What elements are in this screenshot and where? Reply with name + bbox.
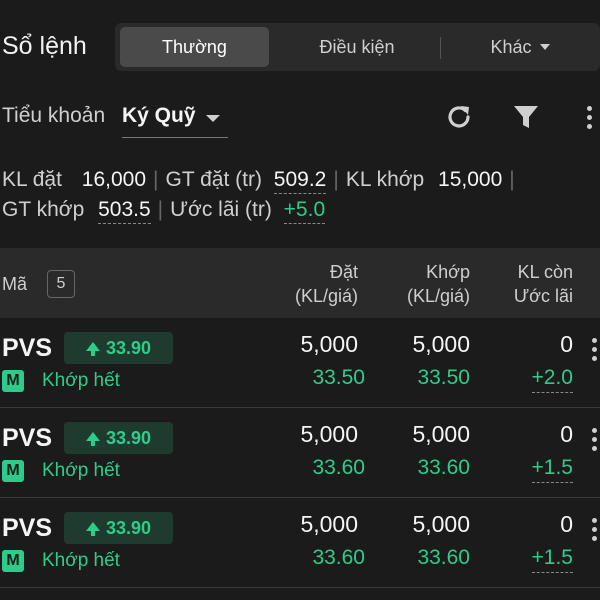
more-vertical-icon[interactable] bbox=[578, 100, 600, 134]
tab-khac[interactable]: Khác bbox=[445, 27, 595, 67]
gt-dat-label: GT đặt (tr) bbox=[165, 168, 262, 191]
market-price: 33.90 bbox=[105, 427, 152, 448]
order-status: Khớp hết bbox=[42, 370, 120, 391]
col-dat: Đặt (KL/giá) bbox=[295, 260, 358, 308]
khop-qty: 5,000 bbox=[412, 331, 470, 357]
divider: | bbox=[509, 168, 515, 191]
symbol: PVS bbox=[2, 334, 53, 362]
estimated-pnl[interactable]: +1.5 bbox=[531, 456, 573, 483]
more-vertical-icon[interactable] bbox=[592, 428, 597, 451]
gt-khop-value[interactable]: 503.5 bbox=[98, 198, 151, 224]
arrow-up-icon bbox=[85, 431, 100, 446]
dat-price: 33.50 bbox=[312, 366, 365, 389]
tab-divider bbox=[440, 37, 441, 59]
tab-thuong[interactable]: Thường bbox=[120, 27, 269, 67]
market-price: 33.90 bbox=[105, 517, 152, 538]
table-row[interactable]: PVS 33.90 M Khớp hết 5,000 33.60 5,000 33.60 0 +1… bbox=[0, 408, 600, 498]
account-select[interactable]: Ký Quỹ bbox=[122, 104, 228, 138]
market-price-badge: 33.90 bbox=[64, 512, 173, 544]
order-type-tabs: Thường Điều kiện Khác bbox=[115, 23, 600, 71]
estimated-pnl[interactable]: +2.0 bbox=[531, 366, 573, 393]
col-khop: Khớp (KL/giá) bbox=[407, 260, 470, 308]
col-khop-sub: (KL/giá) bbox=[406, 286, 470, 306]
col-dat-sub: (KL/giá) bbox=[294, 286, 358, 306]
order-count-badge: 5 bbox=[47, 270, 75, 298]
col-dat-title: Đặt bbox=[329, 262, 358, 282]
dat-price: 33.60 bbox=[312, 546, 365, 569]
summary-line-2: GT khớp 503.5 | Ước lãi (tr) +5.0 bbox=[2, 195, 600, 225]
arrow-up-icon bbox=[85, 341, 100, 356]
dat-qty: 5,000 bbox=[300, 331, 358, 357]
account-label: Tiểu khoản bbox=[2, 104, 106, 127]
symbol: PVS bbox=[2, 424, 53, 452]
order-status: Khớp hết bbox=[42, 550, 120, 571]
khop-qty: 5,000 bbox=[412, 511, 470, 537]
dat-price: 33.60 bbox=[312, 456, 365, 479]
market-price: 33.90 bbox=[105, 337, 152, 358]
order-summary: KL đặt 16,000 | GT đặt (tr) 509.2 | KL khớp … bbox=[2, 165, 600, 225]
divider: | bbox=[333, 168, 339, 191]
divider: | bbox=[157, 198, 164, 221]
account-value: Ký Quỹ bbox=[122, 104, 196, 127]
arrow-up-icon bbox=[85, 521, 100, 536]
more-vertical-icon[interactable] bbox=[592, 518, 597, 541]
kl-khop-label: KL khớp bbox=[345, 168, 425, 191]
table-header: Mã 5 Đặt (KL/giá) Khớp (KL/giá) KL còn Ư… bbox=[0, 248, 600, 318]
order-type-badge: M bbox=[2, 550, 24, 572]
table-row[interactable]: PVS 33.90 M Khớp hết 5,000 33.50 5,000 33.50 0 +2… bbox=[0, 318, 600, 408]
symbol: PVS bbox=[2, 514, 53, 542]
tab-khac-label: Khác bbox=[490, 36, 532, 57]
page-title: Sổ lệnh bbox=[2, 32, 87, 60]
refresh-icon[interactable] bbox=[442, 100, 476, 134]
gt-dat-value[interactable]: 509.2 bbox=[273, 168, 327, 194]
col-kl-con-title: KL còn bbox=[517, 262, 573, 282]
dat-qty: 5,000 bbox=[300, 511, 358, 537]
more-vertical-icon[interactable] bbox=[592, 338, 597, 361]
market-price-badge: 33.90 bbox=[64, 422, 173, 454]
order-type-badge: M bbox=[2, 460, 24, 482]
khop-price: 33.60 bbox=[417, 546, 470, 569]
khop-price: 33.50 bbox=[417, 366, 470, 389]
col-kl-con: KL còn Ước lãi bbox=[514, 260, 573, 308]
chevron-down-icon bbox=[206, 115, 220, 122]
dat-qty: 5,000 bbox=[300, 421, 358, 447]
market-price-badge: 33.90 bbox=[64, 332, 173, 364]
header: Sổ lệnh Thường Điều kiện Khác bbox=[0, 0, 600, 92]
kl-dat-label: KL đặt bbox=[2, 168, 62, 191]
kl-dat-value: 16,000 bbox=[81, 168, 147, 191]
remaining-qty: 0 bbox=[560, 331, 573, 357]
remaining-qty: 0 bbox=[560, 421, 573, 447]
gt-khop-label: GT khớp bbox=[2, 198, 85, 221]
order-type-badge: M bbox=[2, 370, 24, 392]
col-ma: Mã bbox=[2, 274, 28, 294]
col-uoc-lai-title: Ước lãi bbox=[513, 286, 573, 306]
order-status: Khớp hết bbox=[42, 460, 120, 481]
khop-qty: 5,000 bbox=[412, 421, 470, 447]
col-khop-title: Khớp bbox=[426, 262, 470, 282]
khop-price: 33.60 bbox=[417, 456, 470, 479]
kl-khop-value: 15,000 bbox=[438, 168, 503, 191]
remaining-qty: 0 bbox=[560, 511, 573, 537]
estimated-pnl[interactable]: +1.5 bbox=[531, 546, 573, 573]
summary-line-1: KL đặt 16,000 | GT đặt (tr) 509.2 | KL khớp … bbox=[2, 165, 600, 195]
tab-dieu-kien[interactable]: Điều kiện bbox=[275, 27, 439, 67]
divider: | bbox=[153, 168, 159, 191]
table-row[interactable]: PVS 33.90 M Khớp hết 5,000 33.60 5,000 33.60 0 +1… bbox=[0, 498, 600, 588]
uoc-lai-value[interactable]: +5.0 bbox=[283, 198, 326, 224]
filter-icon[interactable] bbox=[509, 100, 543, 134]
chevron-down-icon bbox=[539, 44, 550, 50]
uoc-lai-label: Ước lãi (tr) bbox=[170, 198, 272, 221]
